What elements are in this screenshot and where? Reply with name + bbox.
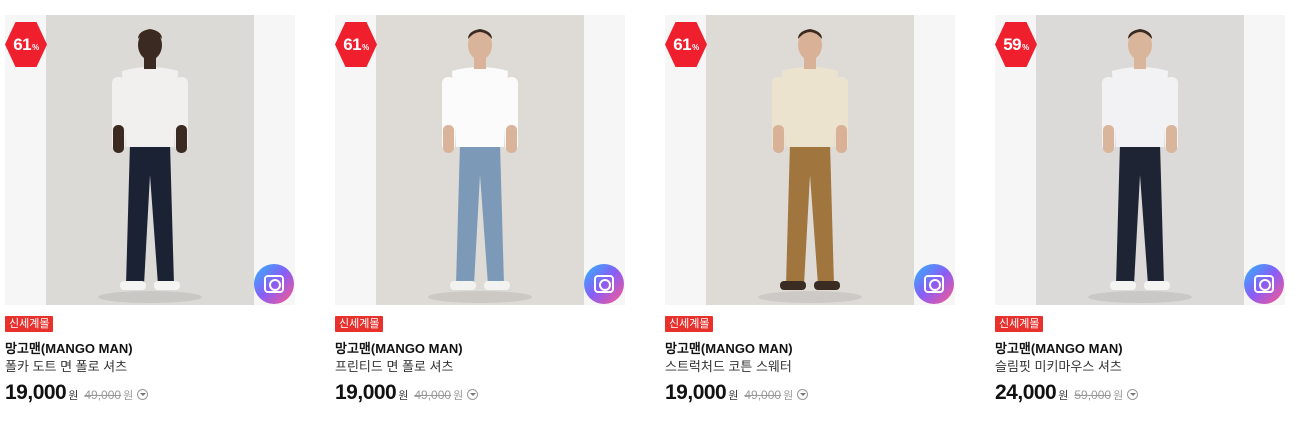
original-currency-label: 원 [1113,390,1124,402]
original-currency-label: 원 [783,390,794,402]
price-info-toggle-icon[interactable] [1127,389,1139,400]
currency-label: 원 [1058,390,1069,402]
product-photo [46,15,254,305]
brand-name[interactable]: 망고맨(MANGO MAN) [5,341,295,357]
camera-lens-icon [924,275,944,293]
image-search-button[interactable] [584,264,624,304]
product-card[interactable]: 61% 신세계몰 망고맨(MANGO MAN) 스트럭처드 코튼 스웨터 19,… [665,15,955,408]
price-info-toggle-icon[interactable] [467,389,479,400]
price-row: 19,000 원 49,000 원 [335,381,625,408]
product-card[interactable]: 61% 신세계몰 망고맨(MANGO MAN) 폴카 도트 면 폴로 셔츠 19… [5,15,295,408]
sale-price: 19,000 [665,381,727,404]
original-price: 49,000 [744,388,782,402]
brand-name[interactable]: 망고맨(MANGO MAN) [335,341,625,357]
currency-label: 원 [68,390,79,402]
product-photo [376,15,584,305]
original-price: 59,000 [1074,388,1112,402]
image-search-button[interactable] [254,264,294,304]
sale-price: 19,000 [5,381,67,404]
product-name[interactable]: 스트럭처드 코튼 스웨터 [665,359,955,375]
original-currency-label: 원 [453,390,464,402]
product-name[interactable]: 슬림핏 미키마우스 셔츠 [995,359,1285,375]
brand-name[interactable]: 망고맨(MANGO MAN) [665,341,955,357]
discount-badge: 61% [5,22,47,67]
camera-lens-icon [264,275,284,293]
sale-price: 19,000 [335,381,397,404]
product-name[interactable]: 프린티드 면 폴로 셔츠 [335,359,625,375]
camera-lens-icon [1254,275,1274,293]
original-price: 49,000 [414,388,452,402]
discount-badge: 59% [995,22,1037,67]
product-name[interactable]: 폴카 도트 면 폴로 셔츠 [5,359,295,375]
store-tag: 신세계몰 [5,316,54,332]
product-photo [1036,15,1244,305]
store-tag: 신세계몰 [665,316,714,332]
camera-lens-icon [594,275,614,293]
store-tag: 신세계몰 [335,316,384,332]
product-photo [706,15,914,305]
sale-price: 24,000 [995,381,1057,404]
price-row: 19,000 원 49,000 원 [5,381,295,408]
price-row: 24,000 원 59,000 원 [995,381,1285,408]
currency-label: 원 [728,390,739,402]
product-card[interactable]: 59% 신세계몰 망고맨(MANGO MAN) 슬림핏 미키마우스 셔츠 24,… [995,15,1285,408]
product-image-link[interactable]: 61% [5,15,295,305]
image-search-button[interactable] [914,264,954,304]
product-image-link[interactable]: 61% [335,15,625,305]
brand-name[interactable]: 망고맨(MANGO MAN) [995,341,1285,357]
original-currency-label: 원 [123,390,134,402]
product-image-link[interactable]: 61% [665,15,955,305]
store-tag: 신세계몰 [995,316,1044,332]
price-info-toggle-icon[interactable] [137,389,149,400]
price-row: 19,000 원 49,000 원 [665,381,955,408]
image-search-button[interactable] [1244,264,1284,304]
price-info-toggle-icon[interactable] [797,389,809,400]
original-price: 49,000 [84,388,122,402]
product-grid: 61% 신세계몰 망고맨(MANGO MAN) 폴카 도트 면 폴로 셔츠 19… [0,0,1295,427]
currency-label: 원 [398,390,409,402]
product-card[interactable]: 61% 신세계몰 망고맨(MANGO MAN) 프린티드 면 폴로 셔츠 19,… [335,15,625,408]
discount-badge: 61% [665,22,707,67]
discount-badge: 61% [335,22,377,67]
product-image-link[interactable]: 59% [995,15,1285,305]
